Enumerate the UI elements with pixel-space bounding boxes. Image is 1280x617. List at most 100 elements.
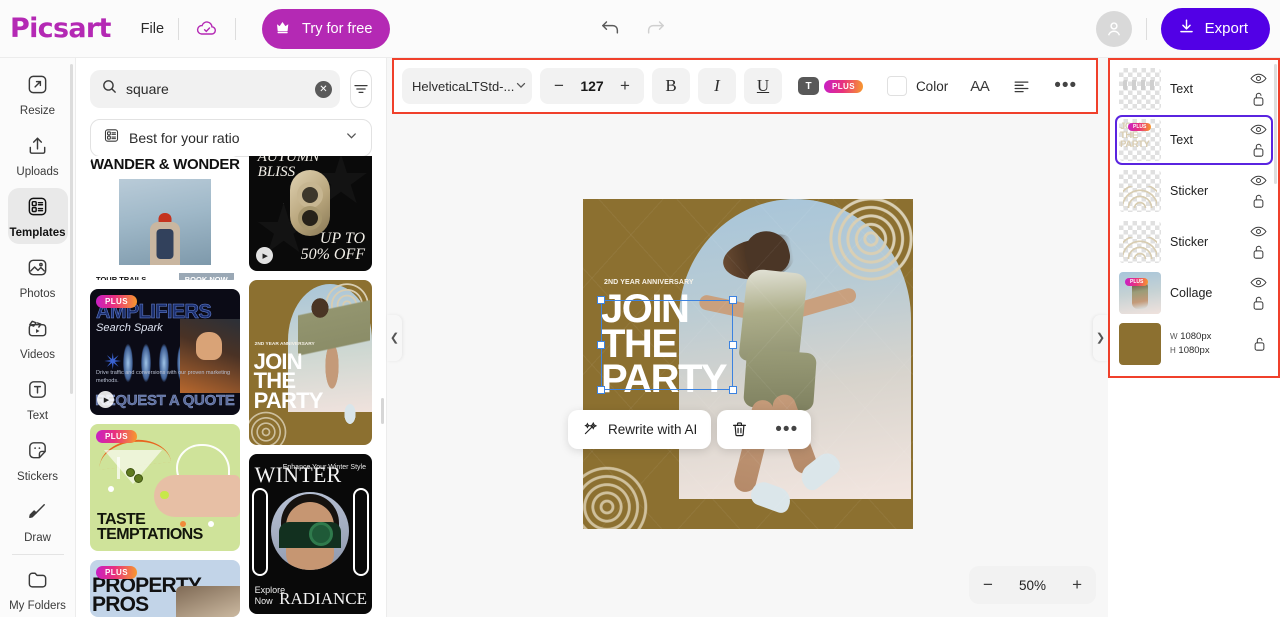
selection-frame[interactable] [597, 296, 737, 394]
chevron-left-icon[interactable]: ❮ [387, 314, 402, 361]
more-horizontal-icon[interactable]: ••• [762, 419, 811, 439]
resize-handle-middle-left[interactable] [597, 341, 605, 349]
resize-handle-bottom-left[interactable] [597, 386, 605, 394]
layers-scrollbar[interactable] [1274, 64, 1277, 184]
template-title-line-3: PARTY [253, 387, 324, 413]
resize-handle-middle-right[interactable] [729, 341, 737, 349]
template-title-line-1: TASTE [97, 510, 146, 528]
align-left-icon[interactable] [1011, 77, 1032, 96]
layer-name: Sticker [1170, 184, 1209, 198]
italic-button[interactable]: I [698, 68, 736, 104]
template-card[interactable]: 2ND YEAR ANNIVERSARY JOIN THE PARTY [248, 280, 372, 445]
sidebar-item-label: My Folders [9, 600, 66, 612]
layer-thumbnail [1119, 170, 1161, 212]
template-footer: TOUR TRAILS BOOK NOW [90, 265, 240, 280]
rail-scrollbar[interactable] [70, 64, 73, 394]
decor-dot [208, 520, 214, 527]
resize-handle-bottom-right[interactable] [729, 386, 737, 394]
eye-icon[interactable] [1250, 276, 1267, 289]
layer-row[interactable]: Text [1115, 64, 1273, 114]
rewrite-with-ai-button[interactable]: Rewrite with AI [568, 410, 711, 449]
layer-row-selected[interactable]: JOIN THE PARTY PLUS Text [1115, 115, 1273, 165]
color-label: Color [915, 78, 949, 94]
thumbnail-sticker-preview [1123, 186, 1157, 208]
eye-icon[interactable] [1250, 123, 1267, 136]
zoom-control: − 50% + [969, 566, 1096, 604]
sticker-swirl-bottom-left[interactable] [583, 449, 665, 529]
template-title: TASTE TEMPTATIONS [97, 510, 203, 543]
sidebar-item-label: Templates [9, 227, 66, 239]
sidebar-item-resize[interactable]: Resize [8, 66, 68, 122]
resize-handle-top-right[interactable] [729, 296, 737, 304]
sidebar-item-videos[interactable]: Videos [8, 310, 68, 366]
font-size-value[interactable]: 127 [574, 78, 610, 94]
plus-badge: PLUS [1125, 278, 1149, 286]
layer-row[interactable]: Sticker [1115, 166, 1273, 216]
picsart-logo[interactable]: Picsart [10, 13, 111, 44]
height-value: 1080px [1178, 345, 1210, 356]
sidebar-item-stickers[interactable]: Stickers [8, 432, 68, 488]
ratio-select[interactable]: Best for your ratio [90, 119, 372, 157]
letter-spacing-button[interactable]: AA [970, 78, 990, 95]
font-family-select[interactable]: HelveticaLTStd-... [402, 68, 532, 104]
more-horizontal-icon[interactable]: ••• [1054, 76, 1077, 96]
unlock-icon[interactable] [1251, 91, 1266, 107]
template-offer-line-1: UP TO [319, 230, 365, 247]
file-menu[interactable]: File [141, 21, 164, 37]
resize-handle-top-left[interactable] [597, 296, 605, 304]
sidebar-item-my-folders[interactable]: My Folders [8, 561, 68, 617]
bold-button[interactable]: B [652, 68, 690, 104]
undo-arrow-icon[interactable] [600, 16, 622, 41]
chevron-right-icon[interactable]: ❯ [1093, 314, 1108, 361]
font-size-decrease-button[interactable]: − [546, 71, 572, 101]
unlock-icon[interactable] [1251, 142, 1266, 158]
sidebar-item-photos[interactable]: Photos [8, 249, 68, 305]
underline-button[interactable]: U [744, 68, 782, 104]
unlock-icon[interactable] [1251, 295, 1266, 311]
template-card[interactable]: PLUS PROPERTY PROS [90, 559, 240, 617]
design-canvas[interactable]: 2ND YEAR ANNIVERSARY JOIN THE PARTY [583, 199, 913, 529]
template-card[interactable]: PLUS TASTE TEMPTATIONS [90, 424, 240, 551]
download-icon [1177, 17, 1196, 40]
crown-icon [276, 21, 293, 36]
text-effect-button[interactable]: T PLUS [798, 77, 863, 95]
zoom-out-button[interactable]: − [983, 575, 993, 595]
template-card[interactable]: AUTUMN BLISS UP TO 50% OFF ▶ [248, 156, 372, 271]
template-card[interactable]: WINTER Enhance Your Winter Style Explore… [248, 454, 372, 614]
redo-arrow-icon[interactable] [644, 16, 666, 41]
search-box[interactable]: ✕ [90, 70, 340, 108]
layer-row[interactable]: Sticker [1115, 217, 1273, 267]
templates-column-right: AUTUMN BLISS UP TO 50% OFF ▶ 2ND YEAR AN… [248, 156, 372, 617]
panel-scrollbar[interactable] [381, 398, 384, 424]
trash-icon[interactable] [717, 420, 762, 439]
try-for-free-button[interactable]: Try for free [262, 8, 391, 49]
layer-row-background[interactable]: W 1080px H 1080px [1115, 319, 1273, 369]
export-button[interactable]: Export [1160, 7, 1270, 50]
search-input[interactable] [126, 81, 307, 97]
sidebar-item-text[interactable]: Text [8, 371, 68, 427]
eye-icon[interactable] [1250, 174, 1267, 187]
background-dimensions: W 1080px H 1080px [1170, 330, 1243, 359]
close-circle-icon[interactable]: ✕ [315, 80, 332, 98]
font-size-increase-button[interactable]: + [612, 71, 638, 101]
folder-icon [26, 568, 49, 596]
background-thumbnail [1119, 323, 1161, 365]
sidebar-item-uploads[interactable]: Uploads [8, 127, 68, 183]
eye-icon[interactable] [1250, 72, 1267, 85]
unlock-icon[interactable] [1251, 244, 1266, 260]
unlock-icon[interactable] [1251, 193, 1266, 209]
unlock-icon[interactable] [1252, 336, 1267, 352]
filter-icon[interactable] [350, 70, 372, 108]
layer-name: Text [1170, 82, 1193, 96]
eye-icon[interactable] [1250, 225, 1267, 238]
zoom-in-button[interactable]: + [1072, 575, 1082, 595]
sidebar-item-draw[interactable]: Draw [8, 493, 68, 549]
user-avatar-icon[interactable] [1095, 10, 1132, 47]
template-cta: BOOK NOW [178, 273, 234, 280]
cloud-check-icon[interactable] [193, 15, 221, 43]
template-card[interactable]: WANDER & WONDER TOUR TRAILS BOOK NOW [90, 156, 240, 280]
text-color-picker[interactable]: Color [886, 76, 949, 96]
template-card[interactable]: PLUS AMPLIFIERS Search Spark ✴ Drive tra… [90, 288, 240, 416]
layer-row[interactable]: PLUS Collage [1115, 268, 1273, 318]
sidebar-item-templates[interactable]: Templates [7, 188, 68, 244]
